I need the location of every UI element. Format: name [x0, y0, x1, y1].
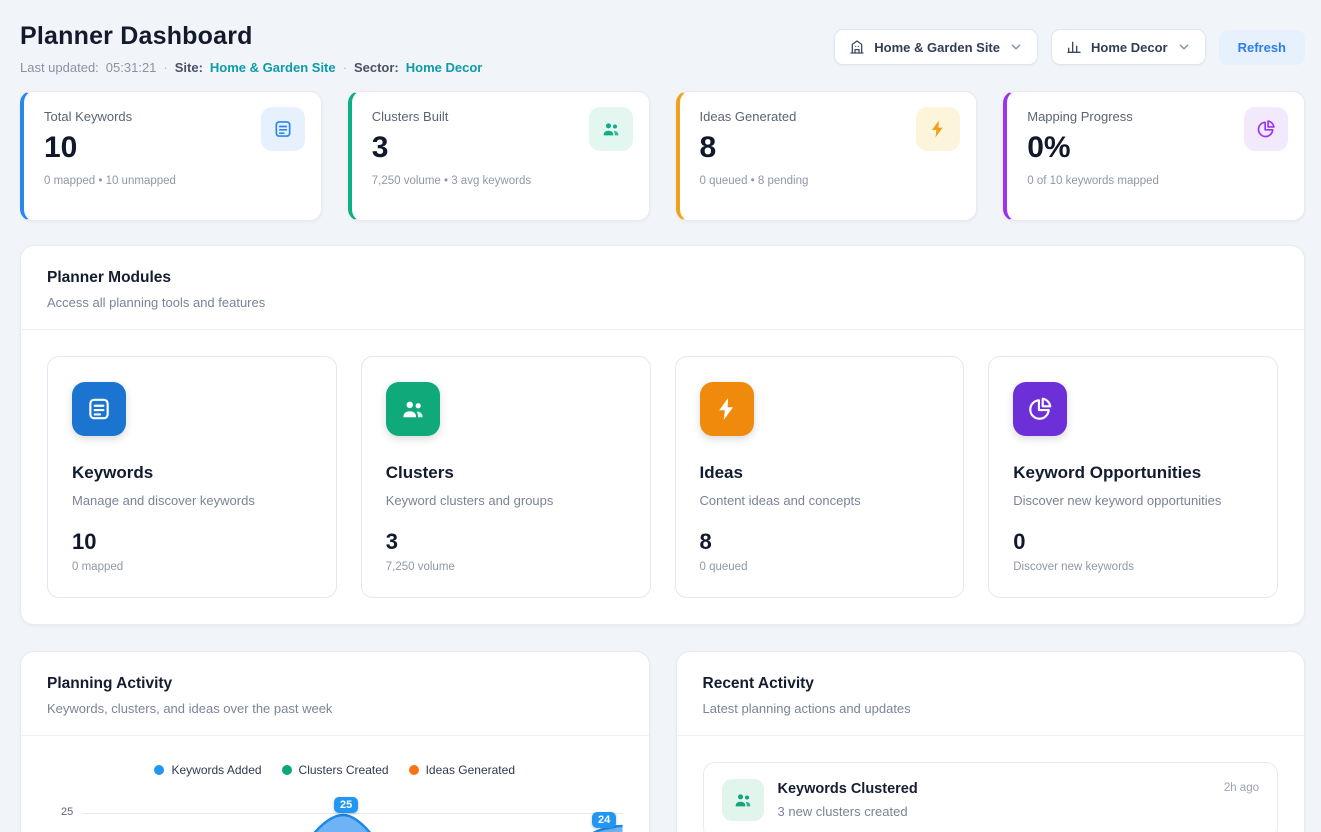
chart-legend: Keywords Added Clusters Created Ideas Ge… [21, 763, 649, 777]
planner-modules-card: Planner Modules Access all planning tool… [20, 245, 1305, 625]
modules-grid: Keywords Manage and discover keywords 10… [21, 330, 1304, 624]
last-updated-label: Last updated: [20, 60, 99, 75]
module-value: 0 [1013, 529, 1253, 555]
activity-chart: 25 25 24 [47, 791, 623, 832]
legend-dot [282, 765, 292, 775]
users-icon [722, 779, 764, 821]
site-selector-label: Home & Garden Site [874, 40, 1000, 55]
recent-activity-card: Recent Activity Latest planning actions … [676, 651, 1306, 832]
module-tile-ideas[interactable]: Ideas Content ideas and concepts 8 0 que… [675, 356, 965, 598]
refresh-button[interactable]: Refresh [1219, 30, 1305, 65]
y-axis-tick: 25 [61, 806, 73, 818]
chevron-down-icon [1009, 40, 1023, 54]
point-label-badge: 25 [334, 797, 358, 813]
sector-selector-label: Home Decor [1091, 40, 1168, 55]
module-sub: 0 queued [700, 561, 940, 573]
legend-ideas-generated[interactable]: Ideas Generated [409, 763, 515, 777]
header-controls: Home & Garden Site Home Decor Refresh [834, 29, 1305, 65]
legend-label: Ideas Generated [426, 763, 515, 777]
stat-card-total-keywords: Total Keywords 10 0 mapped • 10 unmapped [20, 91, 322, 221]
activity-desc: 3 new clusters created [778, 804, 918, 819]
site-label: Site: [175, 60, 203, 75]
planning-activity-card: Planning Activity Keywords, clusters, an… [20, 651, 650, 832]
planning-activity-header: Planning Activity Keywords, clusters, an… [21, 652, 649, 736]
bolt-icon [916, 107, 960, 151]
module-value: 8 [700, 529, 940, 555]
pie-icon [1013, 382, 1067, 436]
module-sub: 7,250 volume [386, 561, 626, 573]
legend-label: Clusters Created [299, 763, 389, 777]
module-title: Keyword Opportunities [1013, 463, 1253, 483]
section-title: Recent Activity [703, 675, 1279, 693]
activity-item-keywords-clustered: Keywords Clustered 3 new clusters create… [703, 762, 1279, 832]
module-tile-keyword-opportunities[interactable]: Keyword Opportunities Discover new keywo… [988, 356, 1278, 598]
site-selector-dropdown[interactable]: Home & Garden Site [834, 29, 1038, 65]
section-subtitle: Latest planning actions and updates [703, 701, 1279, 716]
module-sub: Discover new keywords [1013, 561, 1253, 573]
legend-dot [409, 765, 419, 775]
chevron-down-icon [1177, 40, 1191, 54]
section-title: Planning Activity [47, 675, 623, 693]
module-tile-keywords[interactable]: Keywords Manage and discover keywords 10… [47, 356, 337, 598]
sector-link[interactable]: Home Decor [406, 60, 483, 75]
bar-chart-icon [1066, 39, 1082, 55]
stat-sub: 7,250 volume • 3 avg keywords [372, 175, 631, 187]
stat-card-ideas-generated: Ideas Generated 8 0 queued • 8 pending [676, 91, 978, 221]
module-title: Clusters [386, 463, 626, 483]
section-title: Planner Modules [47, 269, 1278, 287]
legend-label: Keywords Added [171, 763, 261, 777]
section-subtitle: Access all planning tools and features [47, 295, 1278, 310]
legend-clusters-created[interactable]: Clusters Created [282, 763, 389, 777]
building-icon [849, 39, 865, 55]
module-desc: Content ideas and concepts [700, 493, 940, 508]
users-icon [386, 382, 440, 436]
meta-separator: · [163, 60, 167, 75]
document-icon [261, 107, 305, 151]
module-desc: Keyword clusters and groups [386, 493, 626, 508]
pie-icon [1244, 107, 1288, 151]
last-updated-value: 05:31:21 [106, 60, 157, 75]
activity-time: 2h ago [1224, 782, 1259, 794]
site-link[interactable]: Home & Garden Site [210, 60, 336, 75]
stats-row: Total Keywords 10 0 mapped • 10 unmapped… [20, 91, 1305, 221]
recent-activity-header: Recent Activity Latest planning actions … [677, 652, 1305, 736]
sector-label: Sector: [354, 60, 399, 75]
legend-keywords-added[interactable]: Keywords Added [154, 763, 261, 777]
stat-sub: 0 of 10 keywords mapped [1027, 175, 1286, 187]
meta-separator: · [343, 60, 347, 75]
activity-list: Keywords Clustered 3 new clusters create… [677, 736, 1305, 832]
module-value: 3 [386, 529, 626, 555]
stat-sub: 0 mapped • 10 unmapped [44, 175, 303, 187]
module-desc: Manage and discover keywords [72, 493, 312, 508]
bottom-row: Planning Activity Keywords, clusters, an… [20, 651, 1305, 832]
section-subtitle: Keywords, clusters, and ideas over the p… [47, 701, 623, 716]
page-header: Planner Dashboard Last updated: 05:31:21… [20, 22, 1305, 75]
module-value: 10 [72, 529, 312, 555]
module-title: Keywords [72, 463, 312, 483]
sector-selector-dropdown[interactable]: Home Decor [1051, 29, 1206, 65]
module-desc: Discover new keyword opportunities [1013, 493, 1253, 508]
page-title: Planner Dashboard [20, 22, 482, 51]
point-label-badge: 24 [592, 812, 616, 828]
header-left: Planner Dashboard Last updated: 05:31:21… [20, 22, 482, 75]
module-tile-clusters[interactable]: Clusters Keyword clusters and groups 3 7… [361, 356, 651, 598]
header-meta: Last updated: 05:31:21 · Site: Home & Ga… [20, 60, 482, 75]
stat-sub: 0 queued • 8 pending [700, 175, 959, 187]
legend-dot [154, 765, 164, 775]
planner-modules-header: Planner Modules Access all planning tool… [21, 246, 1304, 330]
bolt-icon [700, 382, 754, 436]
users-icon [589, 107, 633, 151]
stat-card-clusters-built: Clusters Built 3 7,250 volume • 3 avg ke… [348, 91, 650, 221]
module-sub: 0 mapped [72, 561, 312, 573]
planner-dashboard-page: Planner Dashboard Last updated: 05:31:21… [0, 0, 1321, 832]
module-title: Ideas [700, 463, 940, 483]
stat-card-mapping-progress: Mapping Progress 0% 0 of 10 keywords map… [1003, 91, 1305, 221]
activity-title: Keywords Clustered [778, 781, 918, 797]
document-icon [72, 382, 126, 436]
activity-text: Keywords Clustered 3 new clusters create… [778, 779, 918, 819]
